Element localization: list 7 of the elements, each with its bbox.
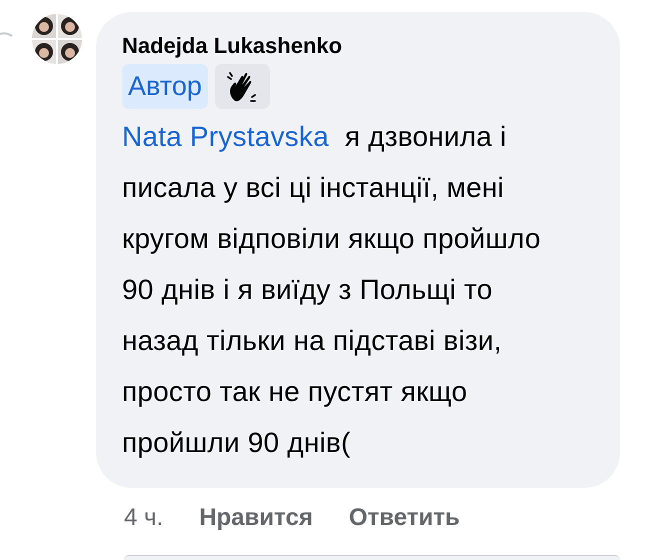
author-name[interactable]: Nadejda Lukashenko: [122, 32, 600, 60]
comment-text: Nata Prystavska я дзвонила і писала у всі ці інстанції, мені кругом відповіли якщо пройшло 90 днів і я виїду з Польщі то назад тільки на підставі візи, просто так не пустят якщо пройшли 90 днів(: [122, 120, 542, 460]
author-badge: Автор: [122, 64, 208, 109]
reply-button[interactable]: Ответить: [348, 500, 460, 536]
mention-link[interactable]: Nata Prystavska: [122, 121, 329, 152]
like-button[interactable]: Нравится: [199, 500, 313, 536]
timestamp[interactable]: 4 ч.: [124, 500, 164, 536]
